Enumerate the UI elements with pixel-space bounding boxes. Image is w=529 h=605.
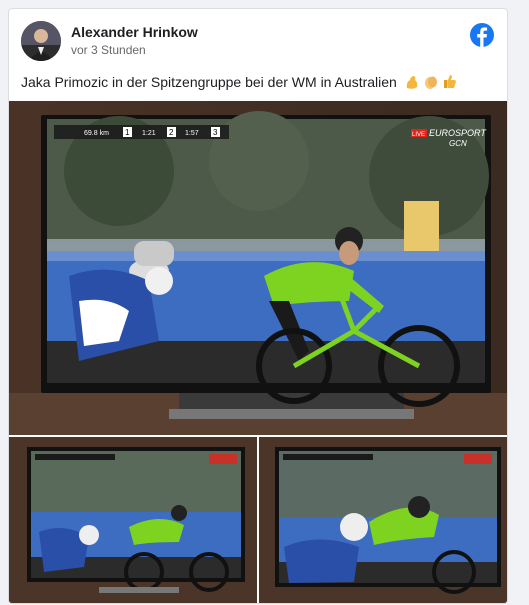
post-message: Jaka Primozic in der Spitzengruppe bei d… [21, 73, 495, 94]
flexed-biceps-icon [405, 74, 419, 94]
distance-readout: 69.8 km [84, 130, 109, 137]
group-2-badge: 2 [169, 128, 174, 137]
facebook-post: Alexander Hrinkow vor 3 Stunden Jaka Pri… [8, 8, 508, 604]
post-header: Alexander Hrinkow vor 3 Stunden [21, 21, 495, 63]
group-1-badge: 1 [125, 128, 130, 137]
gap-2: 1:57 [185, 130, 199, 137]
post-photo-right[interactable] [259, 437, 507, 603]
gap-1: 1:21 [142, 130, 156, 137]
group-3-badge: 3 [213, 128, 218, 137]
live-badge: LIVE [412, 132, 425, 138]
clapping-hands-icon [423, 74, 439, 94]
author-name[interactable]: Alexander Hrinkow [71, 24, 198, 40]
thumbs-up-icon [443, 74, 457, 94]
channel-logo: EUROSPORT [429, 128, 487, 138]
post-text: Jaka Primozic in der Spitzengruppe bei d… [21, 74, 397, 90]
avatar[interactable] [21, 21, 61, 61]
post-timestamp[interactable]: vor 3 Stunden [71, 43, 146, 57]
post-photo-left[interactable] [9, 437, 257, 603]
facebook-icon [469, 22, 495, 48]
subchannel-logo: GCN [449, 139, 467, 148]
post-photo-main[interactable]: 69.8 km 1 1:21 2 1:57 3 LIVE EUROSPORT G… [9, 101, 507, 435]
